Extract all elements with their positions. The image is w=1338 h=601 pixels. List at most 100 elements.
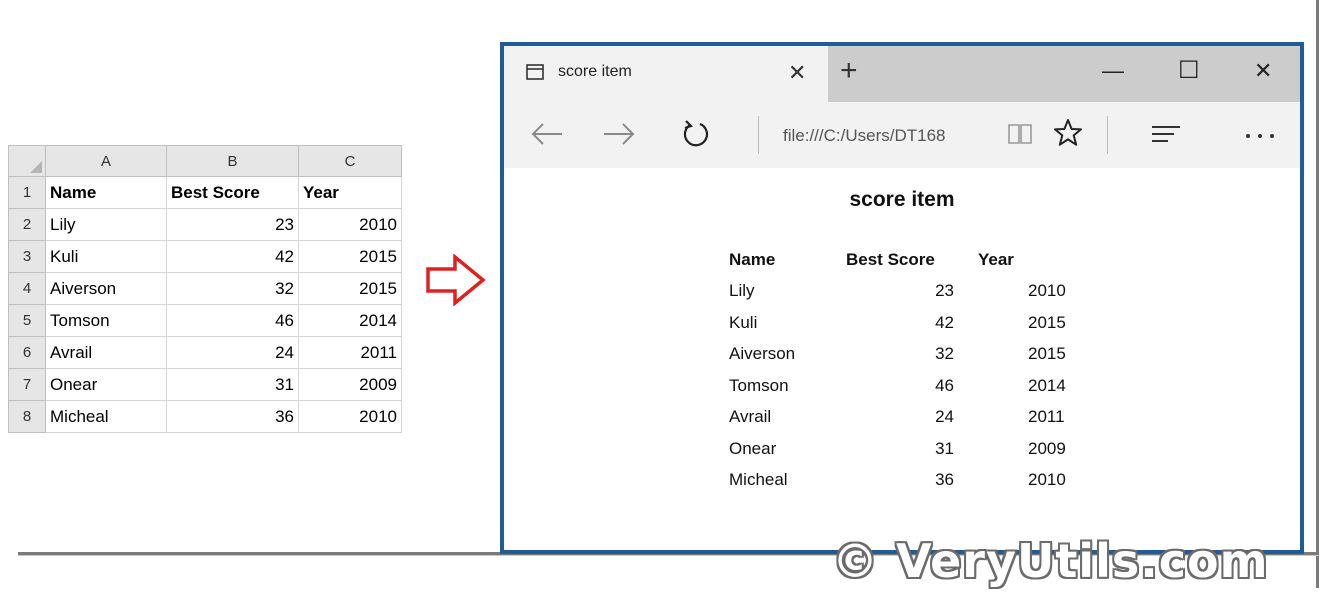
column-header-row: A B C [8,145,402,177]
row-score: 36 [935,470,954,490]
cell-name[interactable]: Onear [45,368,167,401]
cell-year[interactable]: 2009 [298,368,402,401]
row-header[interactable]: 1 [8,176,46,209]
row-name: Avrail [729,407,772,427]
row-header[interactable]: 4 [8,272,46,305]
row-year: 2015 [1028,344,1066,364]
row-header[interactable]: 3 [8,240,46,273]
row-name: Lily [729,281,755,301]
column-header-a[interactable]: A [45,145,167,177]
row-name: Onear [729,438,777,458]
row-year: 2015 [1028,312,1066,332]
row-year: 2009 [1028,438,1066,458]
cell-header-best-score[interactable]: Best Score [166,176,299,209]
cell-score[interactable]: 46 [166,304,299,337]
refresh-icon[interactable] [680,118,712,150]
tab-title: score item [558,63,632,80]
row-header[interactable]: 8 [8,400,46,433]
window-icon [526,64,544,80]
toolbar-separator [1107,116,1108,154]
row-year: 2010 [1028,281,1066,301]
sheet-row: 4 Aiverson 32 2015 [8,272,402,305]
cell-name[interactable]: Lily [45,208,167,241]
header-year: Year [978,249,1014,269]
cell-name[interactable]: Avrail [45,336,167,369]
row-header[interactable]: 5 [8,304,46,337]
cell-year[interactable]: 2015 [298,240,402,273]
column-header-b[interactable]: B [166,145,299,177]
close-tab-icon[interactable]: ✕ [788,60,806,86]
row-score: 42 [935,312,954,332]
minimize-icon[interactable]: — [1102,58,1124,84]
row-name: Aiverson [729,344,796,364]
header-name: Name [729,249,776,269]
sheet-row: 6 Avrail 24 2011 [8,336,402,369]
address-bar[interactable]: file:///C:/Users/DT168 [783,126,983,146]
sheet-row: 5 Tomson 46 2014 [8,304,402,337]
cell-year[interactable]: 2014 [298,304,402,337]
page-title: score item [849,188,955,211]
maximize-icon[interactable]: ☐ [1178,56,1200,85]
row-name: Micheal [729,470,788,490]
table-row: Tomson 46 2014 [729,370,1068,402]
browser-tab[interactable]: score item ✕ [504,46,828,102]
sheet-row: 1 Name Best Score Year [8,176,402,209]
sheet-row: 2 Lily 23 2010 [8,208,402,241]
close-window-icon[interactable]: ✕ [1254,58,1272,84]
cell-year[interactable]: 2011 [298,336,402,369]
select-all-corner[interactable] [8,145,46,177]
cell-score[interactable]: 31 [166,368,299,401]
row-header[interactable]: 6 [8,336,46,369]
row-year: 2014 [1028,375,1066,395]
column-header-c[interactable]: C [298,145,402,177]
row-header[interactable]: 7 [8,368,46,401]
header-best-score: Best Score [846,249,935,269]
frame-border-right [1316,0,1319,588]
cell-score[interactable]: 42 [166,240,299,273]
table-row: Aiverson 32 2015 [729,339,1068,371]
back-arrow-icon[interactable] [530,122,564,146]
new-tab-icon[interactable]: + [840,54,858,88]
cell-name[interactable]: Tomson [45,304,167,337]
watermark: © VeryUtils.com [832,534,1269,588]
table-row: Micheal 36 2010 [729,465,1068,497]
cell-year[interactable]: 2010 [298,400,402,433]
right-arrow-icon [426,254,486,306]
sheet-row: 7 Onear 31 2009 [8,368,402,401]
row-score: 32 [935,344,954,364]
star-icon[interactable] [1053,118,1083,148]
browser-window: score item ✕ + — ☐ ✕ file:///C:/Users/DT… [500,42,1304,554]
table-row: Lily 23 2010 [729,276,1068,308]
row-name: Kuli [729,312,758,332]
cell-score[interactable]: 32 [166,272,299,305]
cell-score[interactable]: 24 [166,336,299,369]
row-header[interactable]: 2 [8,208,46,241]
hub-menu-icon[interactable] [1150,124,1182,144]
cell-score[interactable]: 36 [166,400,299,433]
row-name: Tomson [729,375,789,395]
row-year: 2010 [1028,470,1066,490]
cell-year[interactable]: 2015 [298,272,402,305]
table-row: Kuli 42 2015 [729,307,1068,339]
sheet-row: 8 Micheal 36 2010 [8,400,402,433]
row-score: 46 [935,375,954,395]
more-options-icon[interactable] [1244,132,1276,140]
page-content: score item Name Best Score Year Lily 23 20… [504,168,1300,550]
toolbar-separator [758,116,759,154]
cell-year[interactable]: 2010 [298,208,402,241]
spreadsheet: A B C 1 Name Best Score Year 2 Lily 23 2… [8,145,402,433]
cell-name[interactable]: Aiverson [45,272,167,305]
cell-header-year[interactable]: Year [298,176,402,209]
reading-view-icon[interactable] [1007,122,1033,146]
row-year: 2011 [1028,407,1065,427]
table-row: Avrail 24 2011 [729,402,1068,434]
forward-arrow-icon[interactable] [602,122,636,146]
cell-name[interactable]: Kuli [45,240,167,273]
row-score: 24 [935,407,954,427]
cell-header-name[interactable]: Name [45,176,167,209]
cell-score[interactable]: 23 [166,208,299,241]
row-score: 23 [935,281,954,301]
sheet-row: 3 Kuli 42 2015 [8,240,402,273]
table-row: Onear 31 2009 [729,433,1068,465]
cell-name[interactable]: Micheal [45,400,167,433]
